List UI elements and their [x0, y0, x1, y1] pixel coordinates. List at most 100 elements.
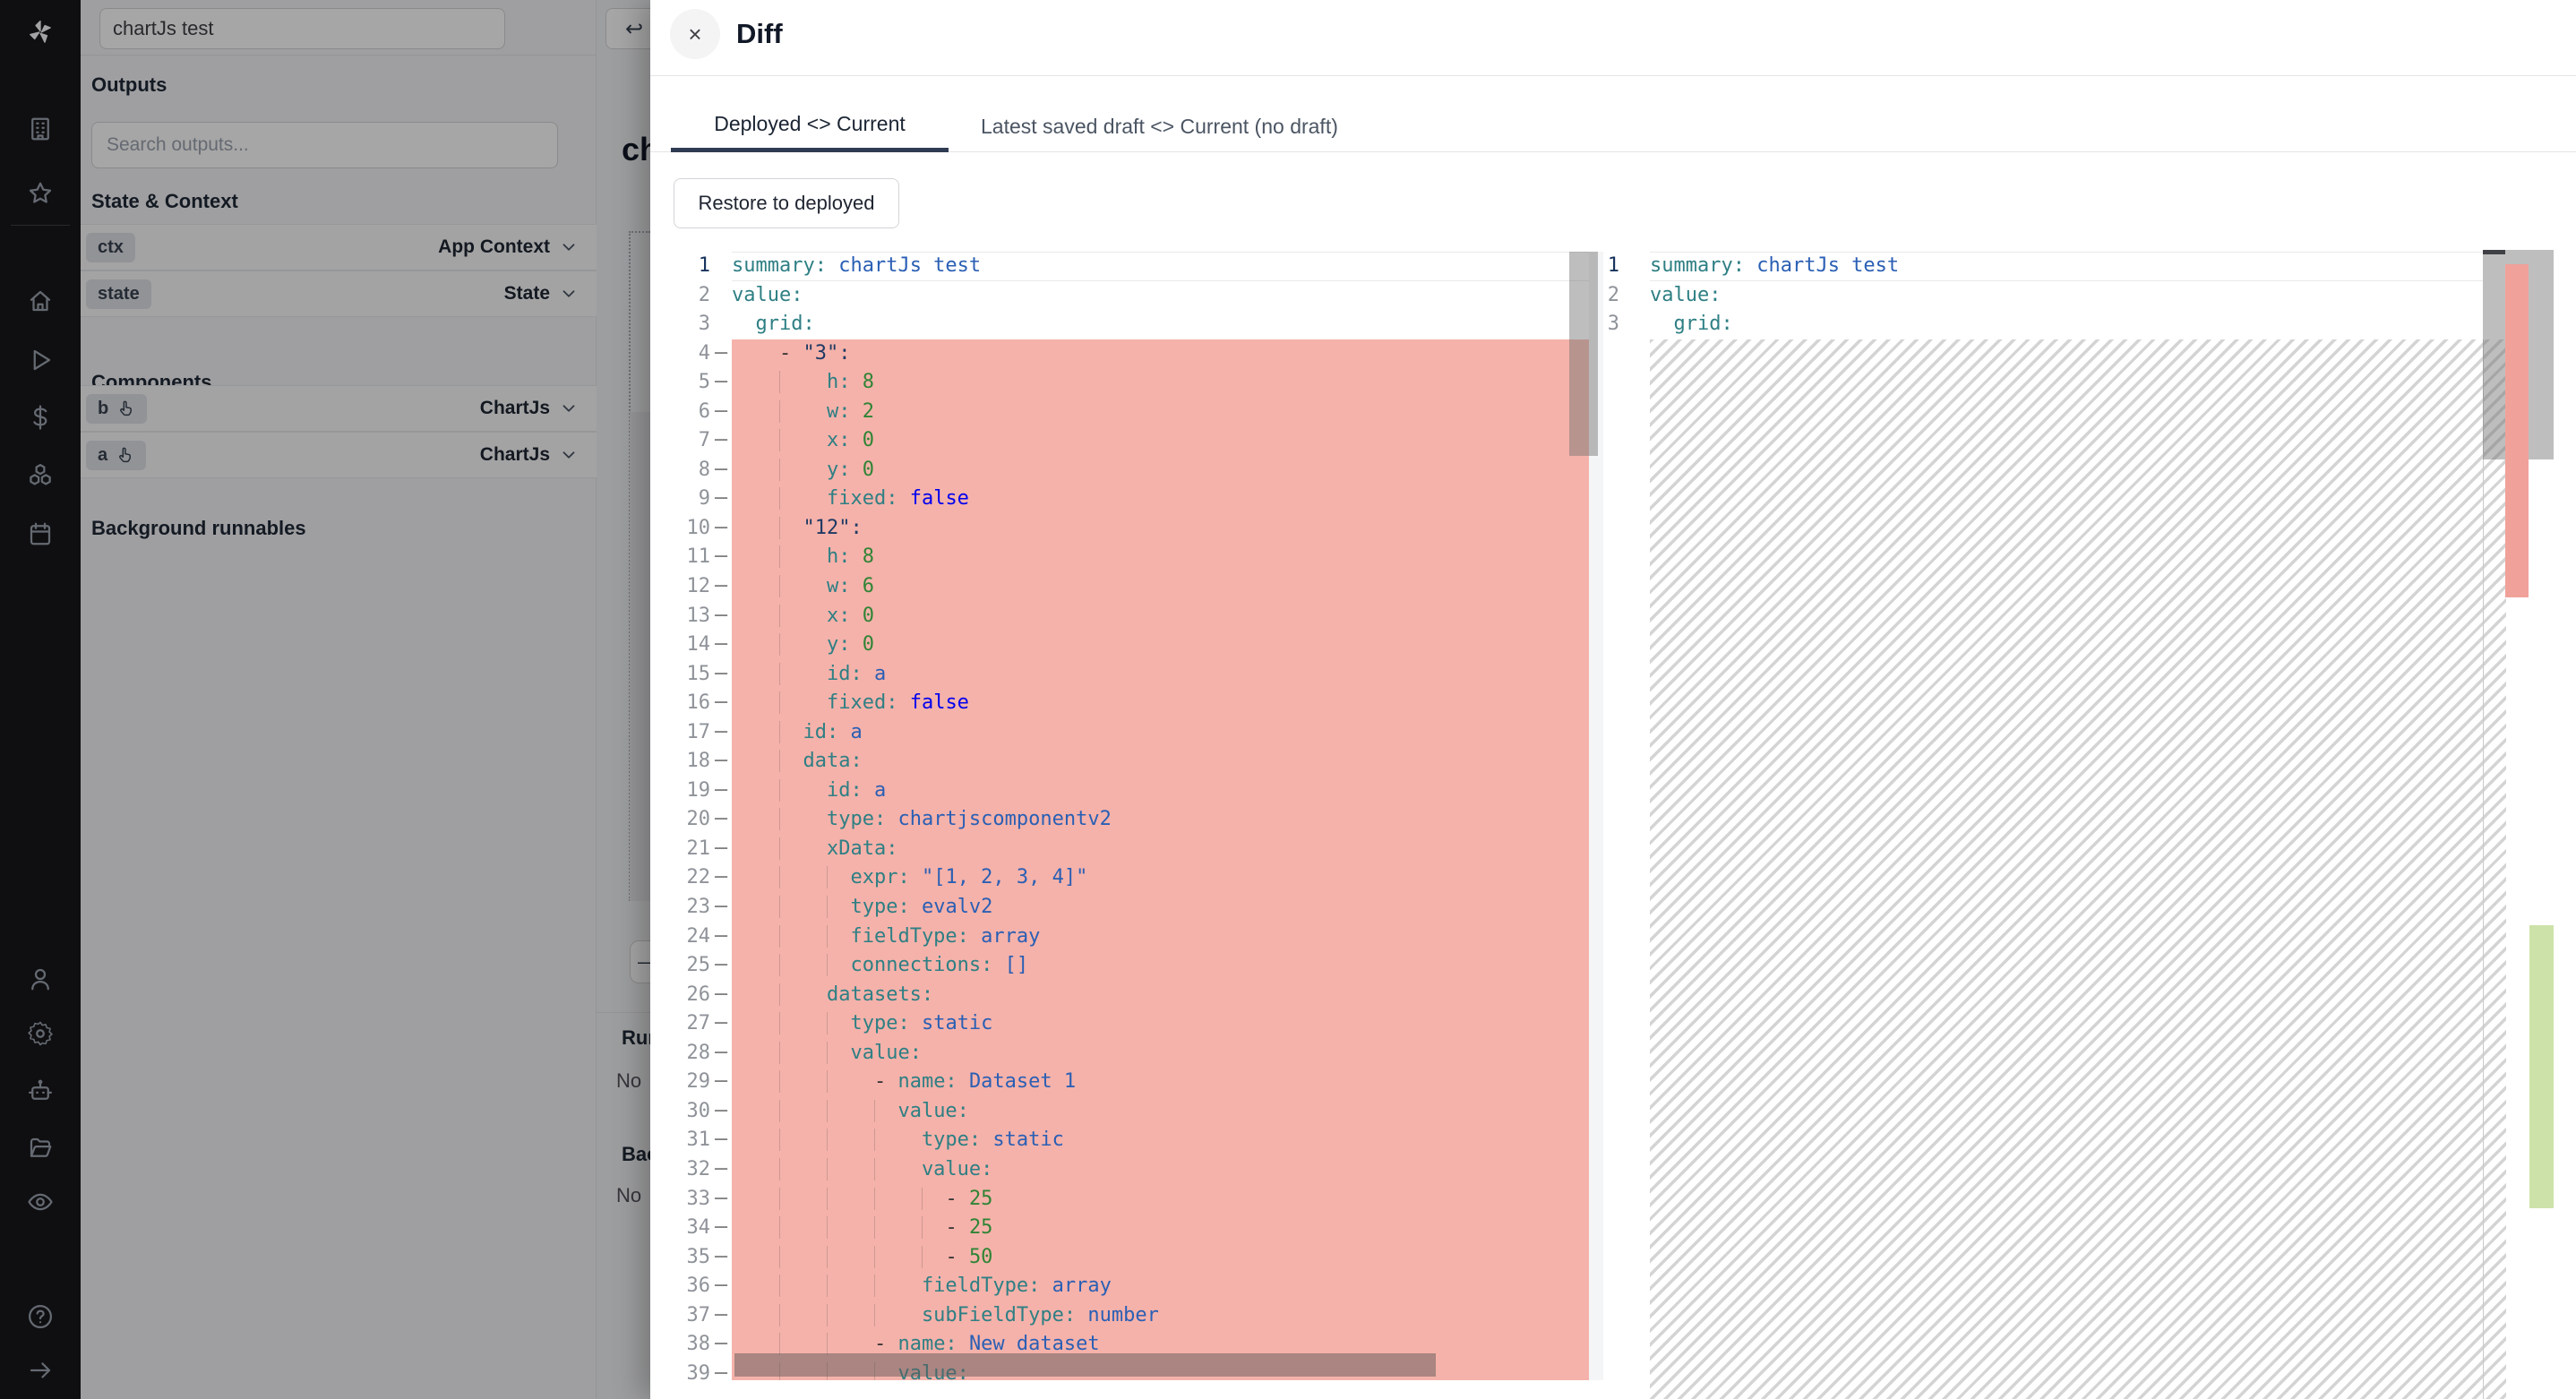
- modal-title: Diff: [736, 18, 783, 50]
- line-number: 2: [650, 281, 732, 311]
- tab-draft-current[interactable]: Latest saved draft <> Current (no draft): [974, 100, 1345, 152]
- deleted-line-mark: −: [713, 339, 728, 369]
- line-number: 11−: [650, 543, 732, 572]
- deleted-line-mark: −: [713, 368, 728, 398]
- line-number: 30−: [650, 1097, 732, 1127]
- line-number: 10−: [650, 514, 732, 544]
- diff-line: 19− id: a: [650, 777, 1603, 806]
- diff-line: 31− type: static: [650, 1126, 1603, 1155]
- line-number: 16−: [650, 689, 732, 718]
- gutter-lane: [1589, 835, 1603, 864]
- line-number: 15−: [650, 660, 732, 690]
- code-text: id: a: [732, 660, 1589, 690]
- line-number: 39−: [650, 1360, 732, 1380]
- code-text: summary: chartJs test: [1650, 252, 2483, 281]
- diff-line: 26− datasets:: [650, 981, 1603, 1010]
- code-text: - "3":: [732, 339, 1589, 369]
- line-number: 24−: [650, 923, 732, 952]
- deleted-line-mark: −: [713, 1301, 728, 1331]
- gutter-lane: [1589, 543, 1603, 572]
- diff-line: 23− type: evalv2: [650, 893, 1603, 923]
- vertical-scrollbar[interactable]: [1569, 252, 1598, 456]
- deleted-line-mark: −: [713, 631, 728, 660]
- diff-modified-pane[interactable]: 1summary: chartJs test2value:3 grid:: [1603, 250, 2576, 1399]
- diff-line: 1summary: chartJs test: [1603, 252, 2576, 281]
- diff-line: 3 grid:: [650, 310, 1603, 339]
- gutter-lane: [1589, 631, 1603, 660]
- code-text: - 25: [732, 1214, 1589, 1243]
- diff-line: 7− x: 0: [650, 426, 1603, 456]
- diff-line: 3 grid:: [1603, 310, 2576, 339]
- deleted-line-mark: −: [713, 981, 728, 1010]
- diff-line: 22− expr: "[1, 2, 3, 4]": [650, 863, 1603, 893]
- diff-line: 32− value:: [650, 1155, 1603, 1185]
- line-number: 27−: [650, 1009, 732, 1039]
- diff-line: 24− fieldType: array: [650, 923, 1603, 952]
- deleted-line-mark: −: [713, 863, 728, 893]
- gutter-lane: [1589, 572, 1603, 602]
- deleted-line-mark: −: [713, 1330, 728, 1360]
- horizontal-scrollbar[interactable]: [734, 1353, 1436, 1377]
- gutter-lane: [1589, 777, 1603, 806]
- gutter-lane: [1589, 1214, 1603, 1243]
- line-number: 23−: [650, 893, 732, 923]
- line-number: 7−: [650, 426, 732, 456]
- overview-deleted-mark: [2505, 264, 2529, 597]
- diff-line: 34− - 25: [650, 1214, 1603, 1243]
- gutter-lane: [1589, 863, 1603, 893]
- gutter-lane: [1589, 981, 1603, 1010]
- gutter-lane: [1589, 1185, 1603, 1214]
- diff-line: 9− fixed: false: [650, 485, 1603, 514]
- code-text: value:: [732, 1039, 1589, 1069]
- diff-editor: 1summary: chartJs test2value:3 grid:4− -…: [650, 250, 2576, 1399]
- line-number: 18−: [650, 747, 732, 777]
- line-number: 31−: [650, 1126, 732, 1155]
- line-number: 33−: [650, 1185, 732, 1214]
- deleted-line-mark: −: [713, 602, 728, 631]
- diff-line: 16− fixed: false: [650, 689, 1603, 718]
- diff-original-pane[interactable]: 1summary: chartJs test2value:3 grid:4− -…: [650, 250, 1603, 1380]
- line-number: 3: [650, 310, 732, 339]
- gutter-lane: [1589, 456, 1603, 485]
- deleted-line-mark: −: [713, 426, 728, 456]
- tab-deployed-current[interactable]: Deployed <> Current: [671, 100, 949, 152]
- code-text: - 50: [732, 1243, 1589, 1273]
- diff-line: 1summary: chartJs test: [650, 252, 1603, 281]
- content-edge-line: [2483, 339, 2484, 1399]
- code-text: id: a: [732, 777, 1589, 806]
- code-text: summary: chartJs test: [732, 252, 1589, 281]
- diff-line: 11− h: 8: [650, 543, 1603, 572]
- deleted-line-mark: −: [713, 1360, 728, 1380]
- deleted-line-mark: −: [713, 660, 728, 690]
- restore-to-deployed-button[interactable]: Restore to deployed: [674, 178, 899, 228]
- diff-line: 29− - name: Dataset 1: [650, 1068, 1603, 1097]
- line-number: 13−: [650, 602, 732, 631]
- gutter-lane: [1589, 1243, 1603, 1273]
- line-number: 12−: [650, 572, 732, 602]
- deleted-region-placeholder: [1650, 339, 2506, 1399]
- line-number: 5−: [650, 368, 732, 398]
- close-icon[interactable]: ×: [670, 9, 720, 59]
- diff-line: 25− connections: []: [650, 951, 1603, 981]
- deleted-line-mark: −: [713, 1126, 728, 1155]
- code-text: xData:: [732, 835, 1589, 864]
- deleted-line-mark: −: [713, 747, 728, 777]
- code-text: value:: [732, 1155, 1589, 1185]
- line-number: 17−: [650, 718, 732, 748]
- deleted-line-mark: −: [713, 1185, 728, 1214]
- diff-line: 6− w: 2: [650, 398, 1603, 427]
- diff-line: 33− - 25: [650, 1185, 1603, 1214]
- code-text: w: 6: [732, 572, 1589, 602]
- deleted-line-mark: −: [713, 1068, 728, 1097]
- code-text: type: static: [732, 1126, 1589, 1155]
- gutter-lane: [1589, 602, 1603, 631]
- code-text: h: 8: [732, 368, 1589, 398]
- gutter-lane: [1589, 1039, 1603, 1069]
- deleted-line-mark: −: [713, 398, 728, 427]
- gutter-lane: [1589, 893, 1603, 923]
- code-text: datasets:: [732, 981, 1589, 1010]
- gutter-lane: [1589, 1097, 1603, 1127]
- deleted-line-mark: −: [713, 543, 728, 572]
- gutter-lane: [1589, 747, 1603, 777]
- diff-line: 15− id: a: [650, 660, 1603, 690]
